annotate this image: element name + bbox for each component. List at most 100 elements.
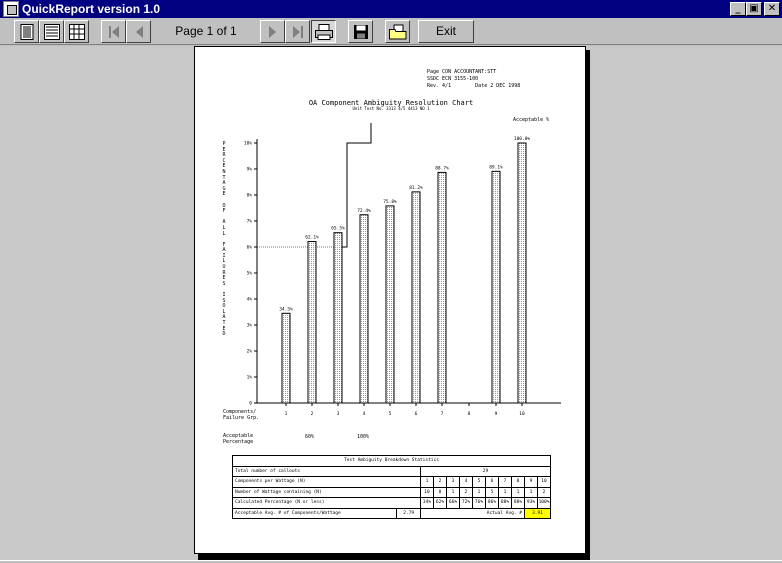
whole-page-button[interactable]: [14, 20, 39, 43]
calc-cell: 88%: [498, 497, 512, 509]
bar: [411, 191, 421, 404]
normal-size-button[interactable]: [39, 20, 64, 43]
y-tick-label: 3%: [247, 323, 253, 329]
last-page-button[interactable]: [285, 20, 310, 43]
report-page: Page CON ACCOUNTANT:STT SSDC ECN 3155-10…: [194, 46, 586, 554]
calc-row-label: Calculated Percentage (N or less): [232, 497, 421, 509]
bar-data-label: 81.2%: [409, 185, 423, 191]
total-callouts-value: 29: [420, 465, 551, 477]
previous-page-button[interactable]: [126, 20, 151, 43]
components-cell: 2: [433, 476, 447, 488]
wattage-cell: 10: [420, 486, 434, 498]
bar: [385, 205, 395, 404]
wattage-cell: 5: [485, 486, 499, 498]
bar-data-label: 62.1%: [305, 235, 319, 241]
zoom-grid-icon: [68, 23, 85, 40]
bar: [307, 241, 317, 404]
maximize-button[interactable]: ▣: [746, 2, 762, 16]
wattage-cell: 1: [524, 486, 538, 498]
y-tick-label: 9%: [247, 167, 253, 173]
x-tick-label: 10: [519, 411, 525, 417]
toolbar: Page 1 of 1 Exit: [0, 18, 782, 45]
components-cell: 3: [446, 476, 460, 488]
ambiguity-stats-table: Test Ambiguity Breakdown Statistics Tota…: [231, 455, 551, 519]
avg-value: 2.79: [396, 507, 421, 519]
bar: [333, 232, 343, 404]
next-page-icon: [268, 25, 276, 38]
first-page-icon: [108, 25, 119, 38]
next-page-button[interactable]: [260, 20, 285, 43]
y-tick-label: 10%: [244, 141, 252, 147]
calc-cell: 86%: [485, 497, 499, 509]
bar-data-label: 88.7%: [435, 165, 449, 171]
app-icon: [3, 1, 19, 17]
page-indicator: Page 1 of 1: [175, 24, 237, 38]
wattage-cell: 1: [498, 486, 512, 498]
y-tick-label: 0: [249, 401, 252, 407]
y-tick-label: 6%: [247, 245, 253, 251]
components-cell: 6: [485, 476, 499, 488]
calc-cell: 100%: [537, 497, 551, 509]
bar: [281, 312, 291, 404]
x-tick-label: 6: [415, 411, 418, 417]
bar: [517, 142, 527, 404]
last-page-icon: [292, 25, 303, 38]
open-folder-icon: [388, 24, 406, 39]
bar: [491, 170, 501, 404]
components-cell: 9: [524, 476, 538, 488]
open-button[interactable]: [385, 20, 410, 43]
quickreport-window: QuickReport version 1.0 _ ▣ ✕ Page 1 of …: [0, 0, 782, 563]
save-button[interactable]: [348, 20, 373, 43]
acceptable-pct-label-2: Percentage: [223, 439, 254, 445]
calc-cell: 66%: [446, 497, 460, 509]
wattage-cell: 1: [472, 486, 486, 498]
y-tick-label: 5%: [247, 271, 253, 277]
title-bar: QuickReport version 1.0 _ ▣ ✕: [0, 0, 782, 18]
whole-page-icon: [20, 23, 33, 40]
bar-data-label: 72.4%: [357, 208, 371, 214]
x-tick-label: 8: [468, 411, 471, 417]
floppy-disk-icon: [353, 24, 368, 39]
calc-cell: 76%: [472, 497, 486, 509]
previous-page-icon: [135, 25, 143, 38]
first-page-button[interactable]: [101, 20, 126, 43]
x-tick-label: 3: [337, 411, 340, 417]
bar-data-label: 75.8%: [383, 199, 397, 205]
bar-data-label: 89.1%: [489, 164, 503, 170]
exit-button[interactable]: Exit: [418, 20, 474, 43]
calc-cell: 72%: [459, 497, 473, 509]
x-tick-label: 9: [495, 411, 498, 417]
components-cell: 5: [472, 476, 486, 488]
wattage-row-label: Number of Wattage containing (N): [232, 486, 421, 498]
components-row-label: Components per Wattage (N): [232, 476, 421, 488]
x-tick-label: 1: [285, 411, 288, 417]
x-tick-label: 2: [311, 411, 314, 417]
printer-icon: [314, 23, 333, 40]
calc-cell: 93%: [524, 497, 538, 509]
page-width-button[interactable]: [64, 20, 89, 43]
components-cell: 7: [498, 476, 512, 488]
y-tick-label: 2%: [247, 349, 253, 355]
y-tick-label: 8%: [247, 193, 253, 199]
acceptable-value-60: 60%: [305, 434, 315, 440]
print-button[interactable]: [311, 20, 336, 43]
calc-cell: 34%: [420, 497, 434, 509]
components-cell: 4: [459, 476, 473, 488]
report-preview-area[interactable]: Page CON ACCOUNTANT:STT SSDC ECN 3155-10…: [0, 46, 782, 560]
x-tick-label: 4: [363, 411, 366, 417]
total-callouts-label: Total number of callouts: [232, 465, 421, 477]
wattage-cell: 1: [446, 486, 460, 498]
y-tick-label: 1%: [247, 375, 253, 381]
window-title: QuickReport version 1.0: [22, 2, 161, 16]
y-tick-label: 7%: [247, 219, 253, 225]
x-tick-label: 7: [441, 411, 444, 417]
bar-data-label: 34.5%: [279, 306, 293, 312]
actual-avg-value: 3.91: [524, 507, 551, 519]
close-button[interactable]: ✕: [764, 2, 780, 16]
avg-label: Acceptable Avg. # of Components/Wattage: [231, 507, 398, 519]
x-tick-label: 5: [389, 411, 392, 417]
wattage-cell: 2: [537, 486, 551, 498]
components-label-2: Failure Grp.: [223, 415, 260, 421]
minimize-button[interactable]: _: [730, 2, 746, 16]
components-cell: 8: [511, 476, 525, 488]
